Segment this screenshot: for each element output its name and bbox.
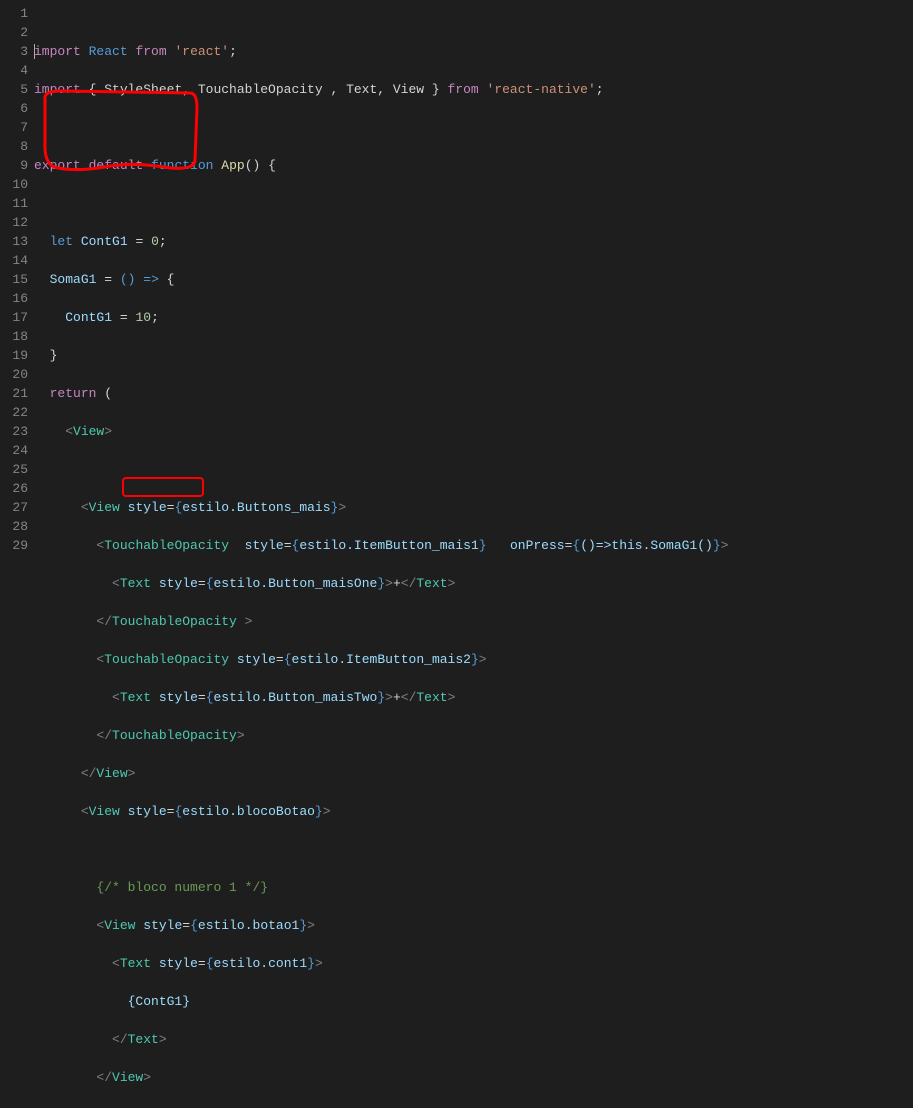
code-line[interactable]: </Text> (34, 1030, 913, 1049)
code-line[interactable]: } (34, 346, 913, 365)
code-line[interactable]: {/* bloco numero 1 */} (34, 878, 913, 897)
code-line[interactable]: <Text style={estilo.Button_maisOne}>+</T… (34, 574, 913, 593)
annotation-block-2 (122, 477, 206, 498)
code-line[interactable] (34, 840, 913, 859)
code-line[interactable]: <View style={estilo.blocoBotao}> (34, 802, 913, 821)
code-line[interactable] (34, 118, 913, 137)
code-line[interactable]: <Text style={estilo.cont1}> (34, 954, 913, 973)
code-line[interactable]: <TouchableOpacity style={estilo.ItemButt… (34, 536, 913, 555)
code-line[interactable]: </TouchableOpacity> (34, 726, 913, 745)
code-line[interactable]: let ContG1 = 0; (34, 232, 913, 251)
code-line[interactable]: <Text style={estilo.Button_maisTwo}>+</T… (34, 688, 913, 707)
code-line[interactable]: <TouchableOpacity style={estilo.ItemButt… (34, 650, 913, 669)
code-line[interactable]: import { StyleSheet, TouchableOpacity , … (34, 80, 913, 99)
code-line[interactable]: <View style={estilo.botao1}> (34, 916, 913, 935)
code-line[interactable]: export default function App() { (34, 156, 913, 175)
code-line[interactable] (34, 460, 913, 479)
code-line[interactable] (34, 194, 913, 213)
code-line[interactable]: <View style={estilo.Buttons_mais}> (34, 498, 913, 517)
code-line[interactable]: </View> (34, 1068, 913, 1087)
code-line[interactable]: return ( (34, 384, 913, 403)
code-line[interactable]: </TouchableOpacity > (34, 612, 913, 631)
code-line[interactable]: {ContG1} (34, 992, 913, 1011)
line-number-gutter: 1 2 3 4 5 6 7 8 9 10 11 12 13 14 15 16 1… (0, 0, 34, 554)
code-line[interactable]: import React from 'react'; (34, 42, 913, 61)
code-editor[interactable]: import React from 'react'; import { Styl… (34, 0, 913, 554)
code-line[interactable]: </View> (34, 764, 913, 783)
code-line[interactable] (34, 1106, 913, 1108)
code-line[interactable]: SomaG1 = () => { (34, 270, 913, 289)
code-line[interactable]: ContG1 = 10; (34, 308, 913, 327)
code-line[interactable]: <View> (34, 422, 913, 441)
